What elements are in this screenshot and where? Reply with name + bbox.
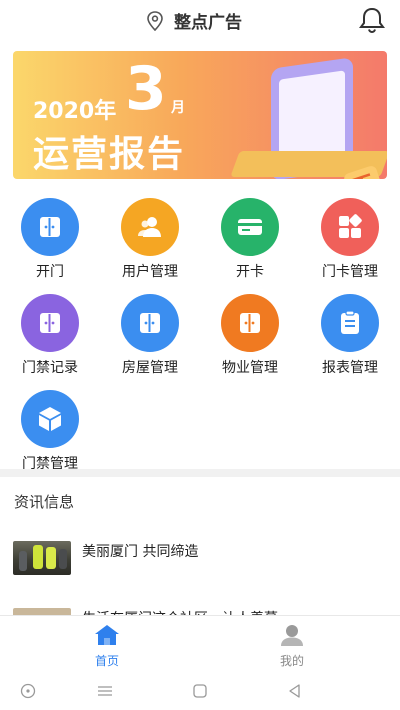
news-item[interactable]: 美丽厦门 共同缔造 [0,541,400,591]
grid-item-label: 报表管理 [322,360,378,376]
grid-item-label: 开门 [36,264,64,280]
page-title: 整点广告 [174,13,242,33]
banner-headline: 运营报告 [33,134,186,175]
app-root: 整点广告 2020年 3 月 运营报告 工 开门 用户管理 [0,0,400,710]
promo-banner[interactable]: 2020年 3 月 运营报告 工 [13,51,387,179]
apps-icon [321,198,379,256]
grid-item-user-management[interactable]: 用户管理 [110,198,190,281]
home-icon [95,625,119,645]
location-pin-icon [147,10,163,31]
grid-item-label: 开卡 [236,264,264,280]
door-icon [221,294,279,352]
tab-profile[interactable]: 我的 [262,624,322,669]
banner-year: 2020年 [33,99,117,124]
grid-item-access-records[interactable]: 门禁记录 [10,294,90,377]
news-section-title: 资讯信息 [14,493,75,511]
grid-item-label: 用户管理 [122,264,178,280]
grid-item-label: 物业管理 [222,360,278,376]
door-icon [21,294,79,352]
tab-home[interactable]: 首页 [77,624,137,669]
door-icon [121,294,179,352]
bell-icon[interactable] [358,6,386,34]
grid-item-open-door[interactable]: 开门 [10,198,90,281]
banner-number: 3 [125,54,167,124]
grid-item-issue-card[interactable]: 开卡 [210,198,290,281]
bottom-tab-bar: 首页 我的 [0,615,400,671]
card-icon [221,198,279,256]
back-icon[interactable] [285,681,305,701]
grid-item-label: 房屋管理 [122,360,178,376]
grid-item-card-management[interactable]: 门卡管理 [310,198,390,281]
tab-label: 首页 [94,654,119,668]
menu-icon[interactable] [95,681,115,701]
news-thumbnail [13,541,71,575]
box-icon [21,390,79,448]
system-nav-bar [0,671,400,710]
tab-label: 我的 [279,654,304,668]
grid-item-house-management[interactable]: 房屋管理 [110,294,190,377]
section-divider [0,469,400,477]
grid-item-property-management[interactable]: 物业管理 [210,294,290,377]
grid-item-report-management[interactable]: 报表管理 [310,294,390,377]
grid-item-access-management[interactable]: 门禁管理 [10,390,90,473]
header: 整点广告 [0,0,400,40]
profile-icon [281,625,303,646]
home-nav-icon[interactable] [190,681,210,701]
location-selector[interactable]: 整点广告 [146,8,242,33]
users-icon [121,198,179,256]
assistant-icon[interactable] [18,681,38,701]
clipboard-icon [321,294,379,352]
grid-item-label: 门禁记录 [22,360,78,376]
grid-item-label: 门卡管理 [322,264,378,280]
door-icon [21,198,79,256]
banner-month: 月 [171,100,185,116]
news-item-title: 美丽厦门 共同缔造 [82,544,199,560]
